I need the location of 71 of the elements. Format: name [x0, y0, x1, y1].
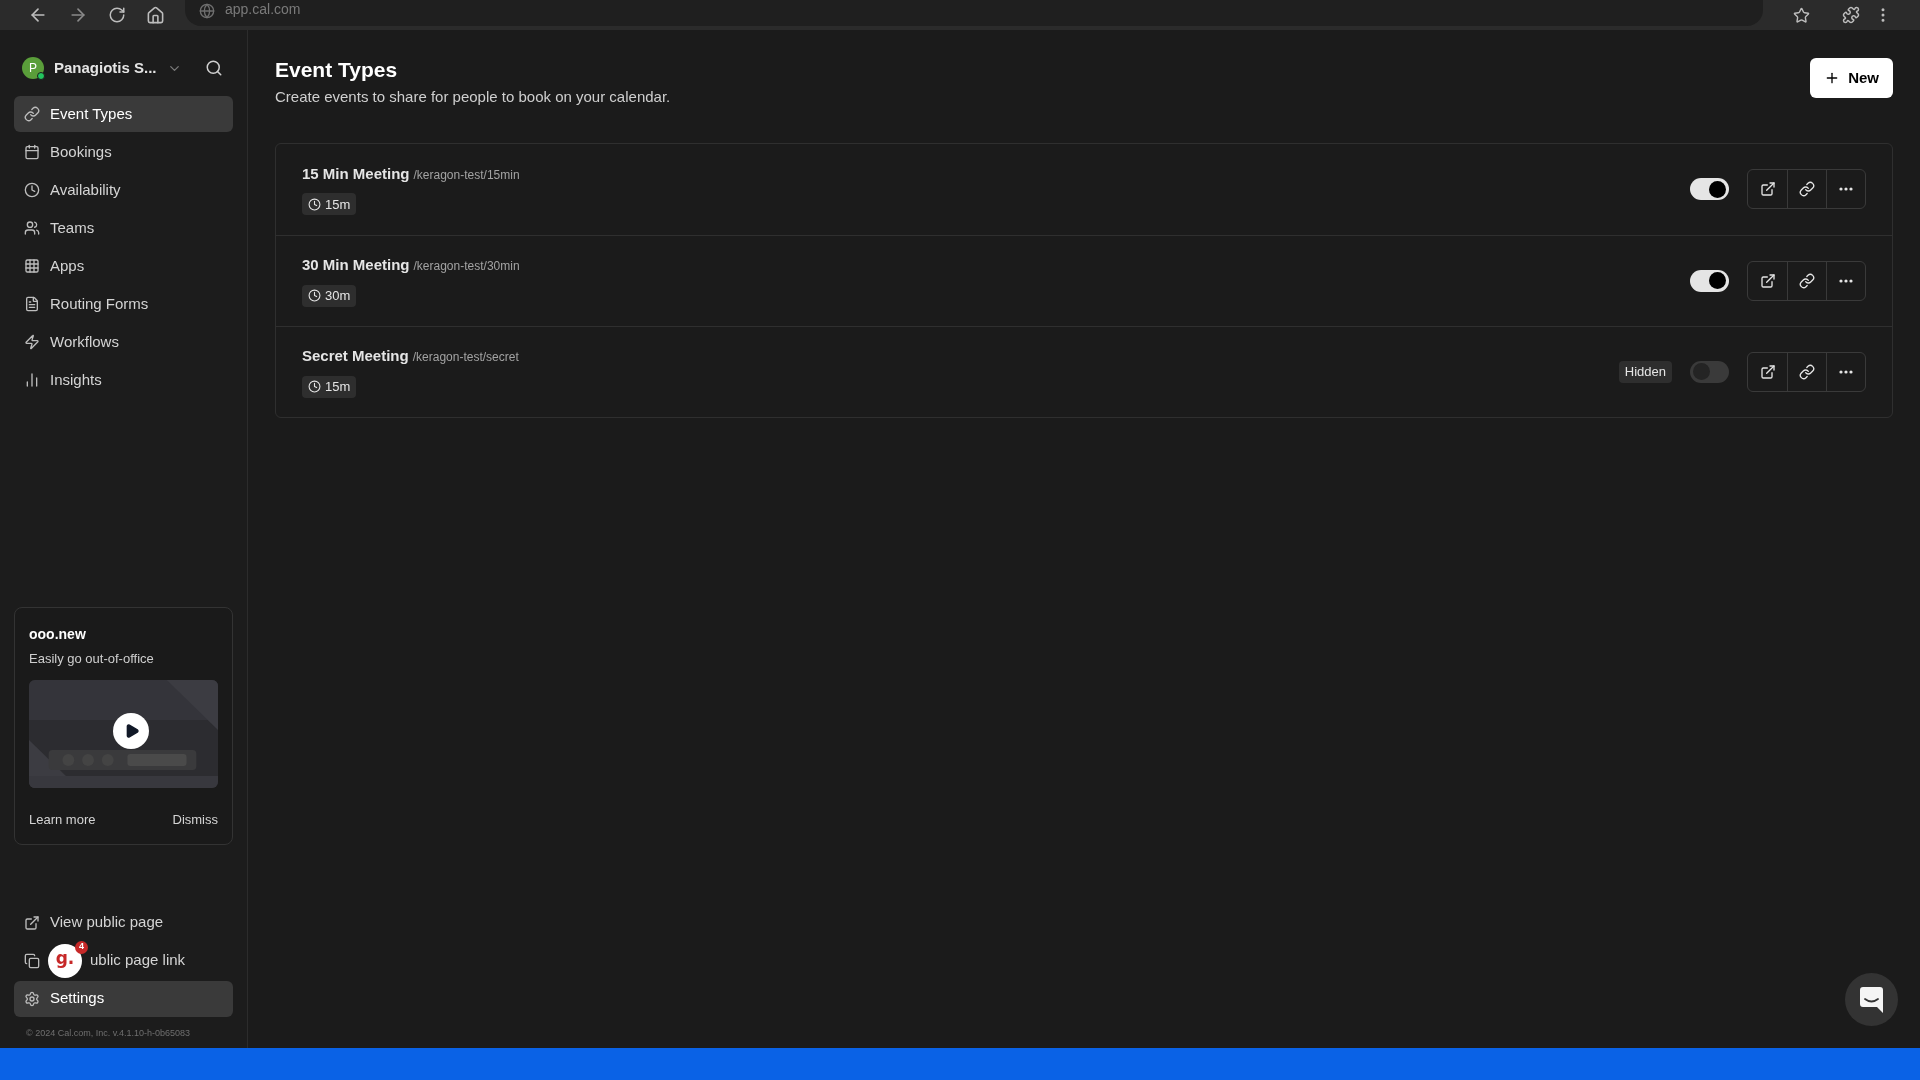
toggle-switch[interactable]	[1690, 360, 1729, 383]
learn-more-link[interactable]: Learn more	[29, 810, 96, 830]
home-icon[interactable]	[146, 5, 165, 25]
link-icon	[1799, 181, 1815, 197]
clock-icon	[308, 289, 321, 303]
toggle-switch[interactable]	[1690, 269, 1729, 292]
link-icon	[24, 106, 40, 122]
external-link-icon	[1759, 181, 1776, 197]
nav-item[interactable]: Event Types	[14, 96, 233, 132]
notification-badge: 4	[75, 940, 88, 954]
more-icon	[1839, 278, 1853, 283]
event-title[interactable]: 15 Min Meeting	[302, 162, 410, 186]
extensions-icon[interactable]	[1842, 6, 1860, 24]
nav-item[interactable]: View public page	[14, 904, 233, 941]
clock-icon	[308, 197, 321, 211]
link-icon	[1799, 272, 1815, 289]
nav-item[interactable]: Insights	[14, 362, 233, 398]
copy-icon[interactable]	[24, 952, 40, 969]
document-icon	[24, 296, 40, 312]
nav-item[interactable]: Routing Forms	[14, 286, 233, 322]
event-type-row[interactable]: Secret Meeting /keragon-test/secret 15m Hidden	[276, 325, 1892, 417]
lightning-icon	[24, 334, 40, 350]
new-button[interactable]: New	[1810, 58, 1893, 98]
external-link-icon	[1759, 272, 1776, 289]
promo-subtitle: Easily go out-of-office	[29, 649, 155, 668]
reload-icon[interactable]	[108, 6, 126, 24]
grid-icon	[24, 258, 40, 274]
event-type-row[interactable]: 15 Min Meeting /keragon-test/15min 15m	[276, 143, 1892, 235]
event-title[interactable]: Secret Meeting	[302, 345, 409, 368]
event-slug: /keragon-test/15min	[413, 166, 520, 184]
external-link-icon	[1759, 363, 1776, 380]
event-title[interactable]: 30 Min Meeting	[302, 254, 410, 277]
duration-badge: 30m	[302, 284, 357, 307]
clock-icon	[24, 182, 40, 198]
user-name[interactable]: Panagiotis S...	[54, 56, 157, 80]
more-icon	[1839, 187, 1853, 191]
page-subtitle: Create events to share for people to book on your calendar.	[275, 87, 671, 107]
address-bar[interactable]: app.cal.com	[185, 0, 1763, 26]
event-slug: /keragon-test/30min	[413, 258, 520, 276]
nav-item[interactable]: Availability	[14, 172, 233, 208]
nav-item[interactable]: ublic page link	[90, 949, 186, 972]
hidden-badge: Hidden	[1618, 360, 1672, 383]
people-icon	[24, 220, 40, 236]
settings-icon	[24, 990, 40, 1007]
dismiss-link[interactable]: Dismiss	[172, 810, 218, 830]
event-slug: /keragon-test/secret	[412, 349, 519, 367]
toggle-switch[interactable]	[1690, 178, 1729, 200]
nav-item[interactable]: Bookings	[14, 134, 233, 170]
footer-text: © 2024 Cal.com, Inc. v.4.1.10-h-0b65083	[25, 1026, 192, 1040]
promo-title: ooo.new	[29, 624, 87, 644]
duration-badge: 15m	[302, 193, 357, 216]
duration-badge: 15m	[302, 375, 357, 398]
search-icon[interactable]	[205, 59, 223, 77]
external-link-icon	[24, 914, 40, 931]
nav-item[interactable]: Apps	[14, 248, 233, 284]
chat-icon	[1860, 986, 1883, 1013]
page-title: Event Types	[275, 57, 399, 83]
star-icon[interactable]	[1793, 6, 1810, 24]
globe-icon	[199, 3, 215, 19]
calendar-icon	[24, 144, 40, 160]
url-text: app.cal.com	[225, 0, 301, 19]
bar-chart-icon	[24, 372, 40, 388]
clock-icon	[308, 380, 321, 394]
nav-item[interactable]: Workflows	[14, 324, 233, 360]
chat-button[interactable]	[1845, 973, 1898, 1026]
link-icon	[1799, 363, 1815, 380]
nav-item[interactable]: Teams	[14, 210, 233, 246]
event-type-row[interactable]: 30 Min Meeting /keragon-test/30min 30m	[276, 234, 1892, 326]
nav-item[interactable]: Settings	[14, 980, 233, 1017]
widget-logo: g.	[55, 950, 75, 967]
more-icon	[1839, 369, 1853, 374]
